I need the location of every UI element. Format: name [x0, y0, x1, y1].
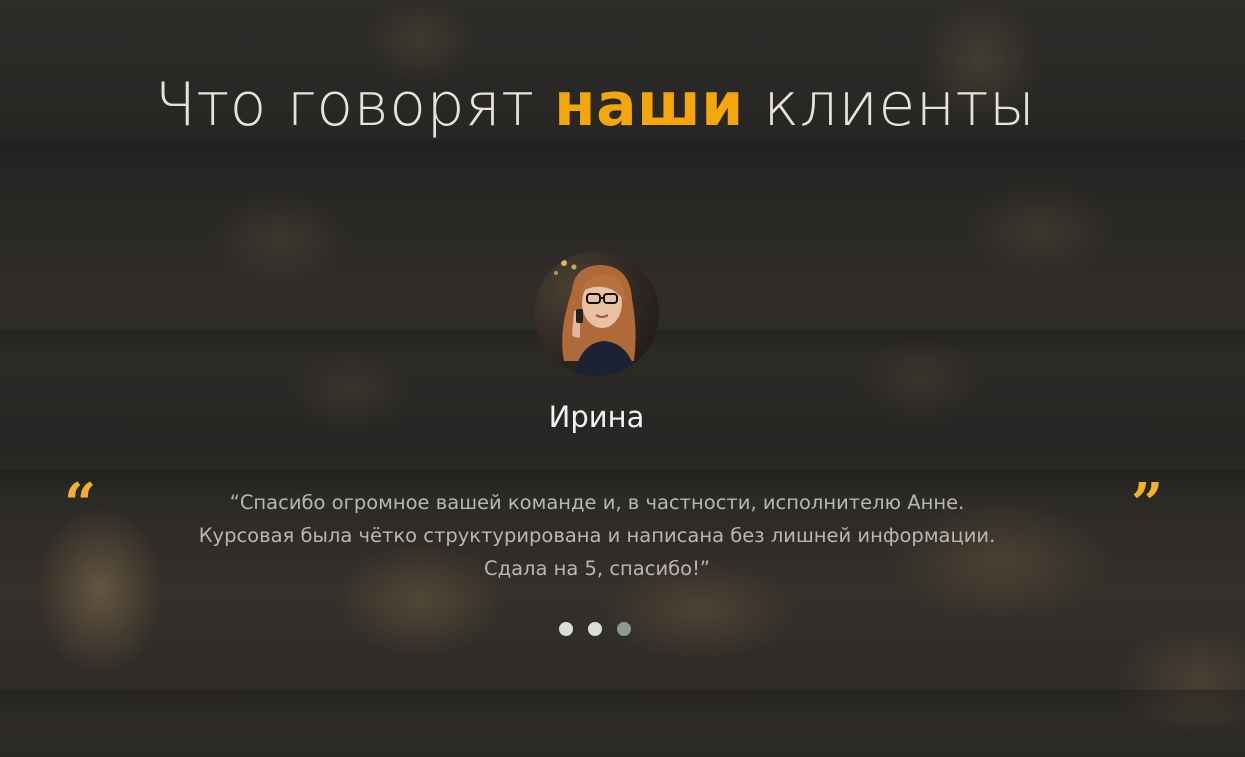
carousel-dot-3[interactable]: [617, 622, 631, 636]
carousel-dot-1[interactable]: [559, 622, 573, 636]
open-quote-icon: “: [64, 471, 97, 537]
title-text: Что говорят: [154, 70, 555, 140]
client-name: Ирина: [548, 400, 645, 434]
avatar: [534, 251, 659, 376]
testimonial-text: “Спасибо огромное вашей команде и, в час…: [198, 491, 996, 580]
client-photo: [534, 251, 659, 376]
section-title: Что говорят наши клиенты: [0, 70, 1190, 140]
carousel-pagination: [559, 622, 631, 636]
close-quote-icon: ”: [1131, 471, 1164, 537]
title-text-end: клиенты: [743, 70, 1036, 140]
carousel-dot-2[interactable]: [588, 622, 602, 636]
title-accent-text: наши: [554, 70, 744, 140]
